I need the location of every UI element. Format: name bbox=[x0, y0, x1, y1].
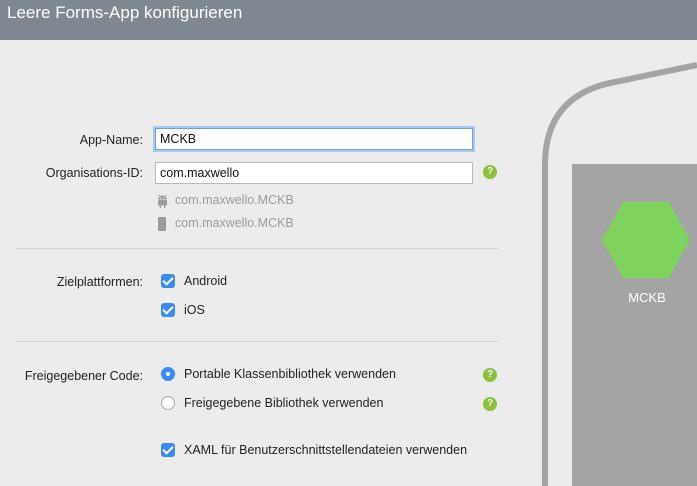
xaml-checkbox[interactable] bbox=[161, 443, 175, 457]
ios-label[interactable]: iOS bbox=[184, 303, 205, 317]
android-bundle-id-text: com.maxwello.MCKB bbox=[175, 193, 294, 207]
shared-library-radio[interactable] bbox=[161, 396, 175, 410]
shared-library-label[interactable]: Freigegebene Bibliothek verwenden bbox=[184, 396, 383, 410]
shared-library-help-icon[interactable]: ? bbox=[483, 397, 497, 411]
org-id-input[interactable] bbox=[155, 162, 473, 184]
org-id-label: Organisations-ID: bbox=[45, 166, 143, 180]
ios-bundle-id-text: com.maxwello.MCKB bbox=[175, 216, 294, 230]
ios-checkbox[interactable] bbox=[161, 303, 175, 317]
xaml-label[interactable]: XAML für Benutzerschnittstellendateien v… bbox=[184, 443, 467, 457]
app-name-input[interactable] bbox=[155, 128, 473, 150]
preview-app-name: MCKB bbox=[628, 290, 666, 305]
phone-icon bbox=[158, 217, 166, 231]
android-label[interactable]: Android bbox=[184, 274, 227, 288]
platforms-label: Zielplattformen: bbox=[56, 275, 143, 289]
divider bbox=[16, 248, 498, 249]
app-name-label: App-Name: bbox=[79, 133, 143, 147]
android-checkbox[interactable] bbox=[161, 274, 175, 288]
pcl-label[interactable]: Portable Klassenbibliothek verwenden bbox=[184, 367, 396, 381]
pcl-help-icon[interactable]: ? bbox=[483, 368, 497, 382]
window-title: Leere Forms-App konfigurieren bbox=[7, 3, 243, 22]
pcl-radio[interactable] bbox=[161, 367, 175, 381]
org-id-help-icon[interactable]: ? bbox=[483, 165, 497, 179]
divider bbox=[16, 341, 498, 342]
shared-code-label: Freigegebener Code: bbox=[24, 369, 143, 383]
android-icon bbox=[158, 194, 167, 208]
hexagon-icon bbox=[602, 202, 690, 278]
title-bar: Leere Forms-App konfigurieren bbox=[0, 0, 697, 40]
